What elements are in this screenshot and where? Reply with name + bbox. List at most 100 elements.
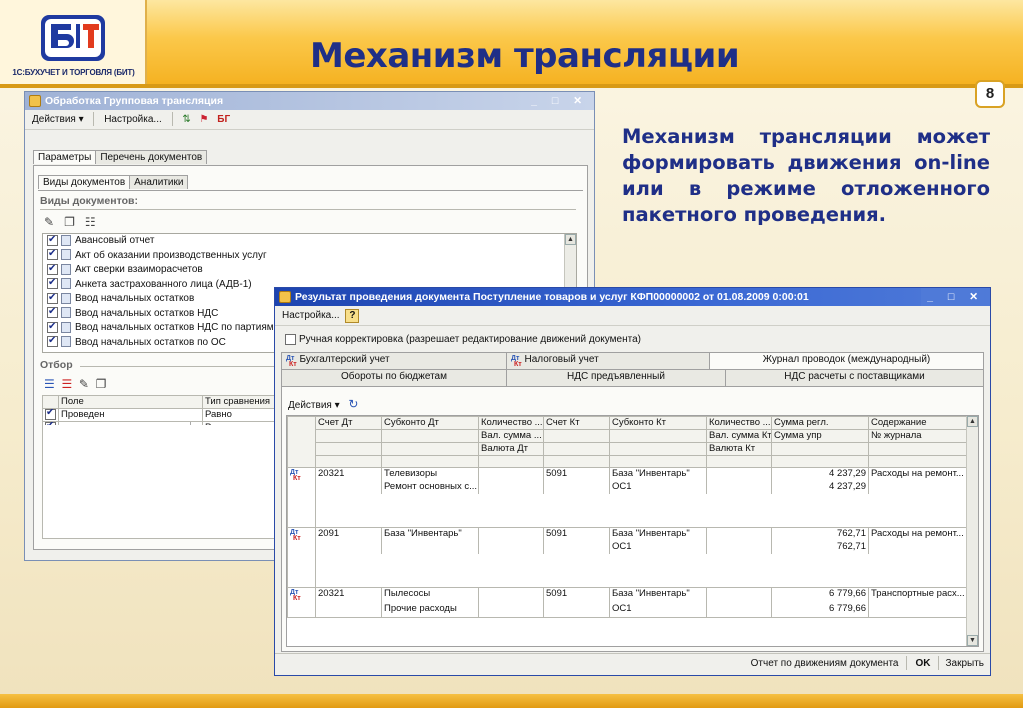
checkbox[interactable]	[47, 307, 58, 320]
tab-international-journal[interactable]: Журнал проводок (международный)	[709, 352, 984, 369]
table-row[interactable]: Дт Кт 2091 База "Инвентарь" 5091 База "Ин…	[287, 526, 969, 588]
cell-credit[interactable]: 5091	[543, 587, 610, 603]
cell-subconto-kt[interactable]: База "Инвентарь"	[609, 587, 707, 603]
table-row[interactable]: Дт Кт 20321 Телевизоры 5091 База "Инвента…	[287, 466, 969, 528]
checkbox[interactable]	[47, 336, 58, 349]
scroll-down-icon[interactable]: ▼	[967, 635, 978, 646]
cell-subconto-dt[interactable]: Телевизоры	[381, 466, 479, 481]
grid-header-blank	[315, 442, 382, 456]
cell-qty-dt[interactable]	[478, 587, 544, 603]
cell-subconto-dt-2[interactable]: Ремонт основных с...	[381, 480, 479, 494]
edit-icon[interactable]: ✎	[79, 377, 89, 391]
manual-correction-checkbox[interactable]	[285, 334, 296, 345]
tab-vat-suppliers[interactable]: НДС расчеты с поставщиками	[725, 369, 984, 386]
cell-sum-reg[interactable]: 6 779,66	[771, 587, 869, 603]
grid-header: № журнала	[868, 429, 969, 443]
window-controls[interactable]: _ □ ✕	[531, 92, 588, 110]
checkbox[interactable]	[47, 292, 58, 305]
movements-report-button[interactable]: Отчет по движениям документа	[747, 658, 903, 669]
filter-field[interactable]: Проведен	[58, 407, 203, 423]
tab-accounting[interactable]: Дт Кт Бухгалтерский учет	[281, 352, 507, 369]
list-item[interactable]: Акт об оказании производственных услуг	[43, 249, 576, 264]
select-all-icon[interactable]: ☷	[85, 215, 96, 229]
refresh-icon[interactable]: ↻	[348, 397, 358, 411]
table-row-sub[interactable]: Прочие расходы ОС1 6 779,66	[288, 602, 969, 618]
cell-debit[interactable]: 20321	[315, 587, 382, 603]
checkbox[interactable]	[47, 234, 58, 247]
checkbox[interactable]	[47, 249, 58, 262]
grid-header-blank	[868, 442, 969, 456]
cell-sum-upr[interactable]: 762,71	[771, 540, 869, 554]
checkbox[interactable]	[47, 321, 58, 334]
grid-header: Валюта Кт	[706, 442, 772, 456]
settings-button[interactable]: Настройка...	[101, 110, 165, 130]
cell-content[interactable]: Расходы на ремонт...	[868, 466, 969, 481]
scroll-up-icon[interactable]: ▲	[967, 416, 978, 427]
checkbox[interactable]	[47, 278, 58, 291]
table-row-sub[interactable]: ОС1 762,71	[288, 540, 969, 554]
cell-subconto-kt[interactable]: База "Инвентарь"	[609, 526, 707, 541]
cell-sum-reg[interactable]: 4 237,29	[771, 466, 869, 481]
tab-analytics[interactable]: Аналитики	[129, 175, 189, 189]
cell-sum-upr[interactable]: 6 779,66	[771, 602, 869, 618]
grid-scrollbar[interactable]: ▲ ▼	[966, 416, 978, 646]
scroll-up-icon[interactable]: ▲	[565, 234, 576, 245]
cell-content[interactable]: Транспортные расх...	[868, 587, 969, 603]
table-row-sub[interactable]: Ремонт основных с... ОС1 4 237,29	[288, 480, 969, 494]
cell-qty-dt[interactable]	[478, 526, 544, 541]
cell-content[interactable]: Расходы на ремонт...	[868, 526, 969, 541]
inner-actions-menu[interactable]: Действия ▾	[288, 400, 340, 411]
tab-parameters[interactable]: Параметры	[33, 150, 97, 164]
cell-credit[interactable]: 5091	[543, 526, 610, 541]
cell-subconto-kt-2[interactable]: ОС1	[609, 480, 707, 494]
cell-subconto-dt[interactable]: Пылесосы	[381, 587, 479, 603]
cell-debit[interactable]: 2091	[315, 526, 382, 541]
grid-header: Субконто Кт	[609, 416, 707, 430]
tab-vat-presented[interactable]: НДС предъявленный	[506, 369, 726, 386]
tab-tax[interactable]: Дт Кт Налоговый учет	[506, 352, 710, 369]
actions-menu[interactable]: Действия ▾	[29, 110, 87, 130]
translate-icon[interactable]: ⇅	[179, 110, 193, 130]
list-item-label: Ввод начальных остатков по ОС	[75, 336, 226, 348]
cell-credit[interactable]: 5091	[543, 466, 610, 481]
cell-subconto-kt[interactable]: База "Инвентарь"	[609, 466, 707, 481]
cell-qty-kt[interactable]	[706, 526, 772, 541]
cell-subconto-kt-2[interactable]: ОС1	[609, 540, 707, 554]
ok-button[interactable]: OK	[911, 658, 934, 669]
cell-subconto-dt-2[interactable]: Прочие расходы	[381, 602, 479, 618]
settings-button[interactable]: Настройка...	[279, 306, 343, 326]
help-button[interactable]: ?	[345, 309, 360, 323]
checkbox[interactable]	[47, 263, 58, 276]
dt-kt-icon: Дт Кт	[290, 529, 301, 542]
list-item[interactable]: Авансовый отчет	[43, 234, 576, 249]
list-item-label: Акт об оказании производственных услуг	[75, 249, 267, 261]
cell-qty-kt[interactable]	[706, 466, 772, 481]
tab-document-list[interactable]: Перечень документов	[95, 150, 208, 164]
cell-sum-upr[interactable]: 4 237,29	[771, 480, 869, 494]
table-row[interactable]: Дт Кт 20321 Пылесосы 5091 База "Инвентарь…	[287, 587, 969, 618]
tab-document-types[interactable]: Виды документов	[38, 175, 131, 189]
cell-debit[interactable]: 20321	[315, 466, 382, 481]
cell-qty-kt[interactable]	[706, 587, 772, 603]
copy-icon[interactable]: ❐	[64, 215, 75, 229]
tab-label: НДС расчеты с поставщиками	[784, 371, 925, 382]
list-item[interactable]: Акт сверки взаиморасчетов	[43, 263, 576, 278]
filter-remove-icon[interactable]: ☰	[61, 377, 72, 391]
filter-add-icon[interactable]: ☰	[44, 377, 55, 391]
cell-subconto-dt[interactable]: База "Инвентарь"	[381, 526, 479, 541]
cell-qty-dt[interactable]	[478, 466, 544, 481]
cell-subconto-dt-2[interactable]	[381, 540, 479, 554]
copy-icon[interactable]: ❐	[96, 377, 107, 391]
close-button[interactable]: Закрыть	[943, 658, 986, 669]
cell-sum-reg[interactable]: 762,71	[771, 526, 869, 541]
bit-small-logo-icon[interactable]: БГ	[214, 110, 233, 130]
toolbar-separator	[93, 112, 95, 127]
edit-icon[interactable]: ✎	[44, 215, 54, 229]
manual-correction[interactable]: Ручная корректировка (разрешает редактир…	[285, 334, 641, 345]
checkbox[interactable]	[45, 409, 56, 420]
flag-icon[interactable]: ⚑	[197, 110, 212, 130]
page-number: 8	[975, 80, 1005, 108]
window-controls[interactable]: _ □ ✕	[921, 288, 984, 306]
tab-budget-turnover[interactable]: Обороты по бюджетам	[281, 369, 507, 386]
cell-subconto-kt-2[interactable]: ОС1	[609, 602, 707, 618]
